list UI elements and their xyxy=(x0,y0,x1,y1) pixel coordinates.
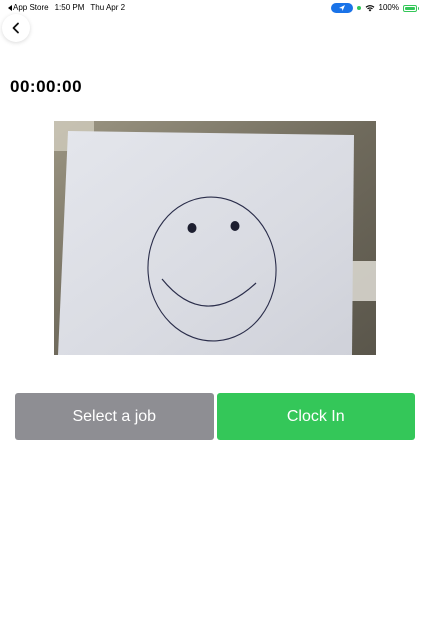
status-left: App Store 1:50 PM Thu Apr 2 xyxy=(8,0,125,16)
battery-icon xyxy=(403,4,419,12)
elapsed-timer: 00:00:00 xyxy=(10,77,83,96)
location-icon xyxy=(330,3,353,13)
status-date: Thu Apr 2 xyxy=(90,3,126,12)
back-button[interactable] xyxy=(2,14,30,42)
chevron-left-icon xyxy=(12,22,19,34)
select-job-button[interactable]: Select a job xyxy=(15,393,214,440)
status-bar: App Store 1:50 PM Thu Apr 2 100% xyxy=(0,0,431,16)
status-time: 1:50 PM xyxy=(54,3,85,12)
wifi-icon xyxy=(365,4,375,12)
clock-in-button[interactable]: Clock In xyxy=(216,393,415,440)
captured-photo xyxy=(54,121,376,355)
status-right: 100% xyxy=(330,0,419,16)
battery-percent: 100% xyxy=(378,3,399,12)
action-buttons: Select a job Clock In xyxy=(15,393,415,440)
back-triangle-icon xyxy=(8,5,12,11)
clock-in-screen: App Store 1:50 PM Thu Apr 2 100% 00:00:0… xyxy=(0,0,431,617)
mic-indicator-icon xyxy=(356,6,361,10)
